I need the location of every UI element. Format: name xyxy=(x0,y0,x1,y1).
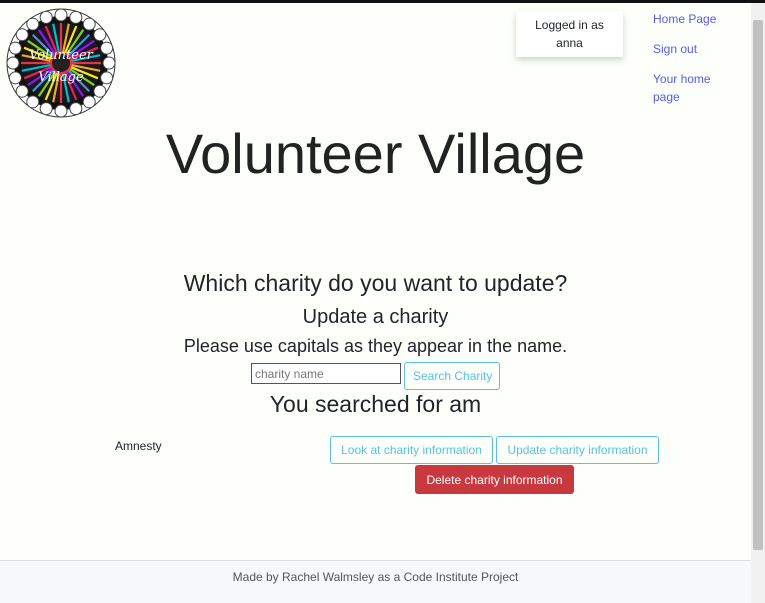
heading-which-charity: Which charity do you want to update? xyxy=(183,270,568,296)
logo-petal xyxy=(102,56,116,70)
logo-petal xyxy=(54,8,68,22)
logo-petal xyxy=(26,17,40,31)
delete-charity-button[interactable]: Delete charity information xyxy=(415,465,574,494)
logged-in-username: anna xyxy=(556,36,583,50)
logo-petal xyxy=(8,71,22,85)
charity-search-input[interactable] xyxy=(251,363,401,384)
top-nav: Home Page Sign out Your home page xyxy=(653,10,745,118)
scrollbar-thumb[interactable] xyxy=(753,20,763,550)
search-result-heading: You searched for am xyxy=(269,391,482,417)
logo-petal xyxy=(100,41,114,55)
footer-text: Made by Rachel Walmsley as a Code Instit… xyxy=(232,570,519,584)
logo-petal xyxy=(54,104,68,118)
page-footer: Made by Rachel Walmsley as a Code Instit… xyxy=(0,560,751,603)
logo-petal xyxy=(69,102,83,116)
site-logo[interactable]: Volunteer Village xyxy=(6,8,116,118)
logo-petal xyxy=(6,56,20,70)
logo-petal xyxy=(100,71,114,85)
logo-petal xyxy=(26,95,40,109)
logo-petal xyxy=(15,28,29,42)
logo-petal xyxy=(8,41,22,55)
logo-petal xyxy=(82,17,96,31)
look-at-charity-button[interactable]: Look at charity information xyxy=(330,436,493,464)
update-charity-button[interactable]: Update charity information xyxy=(496,436,659,464)
nav-link-sign-out[interactable]: Sign out xyxy=(653,40,745,58)
logo-petal xyxy=(93,28,107,42)
logo-petal xyxy=(39,10,53,24)
mandala-logo-icon: Volunteer Village xyxy=(6,8,116,118)
logged-in-label: Logged in as xyxy=(535,18,604,32)
logo-petal xyxy=(39,102,53,116)
heading-capitals-note: Please use capitals as they appear in th… xyxy=(183,336,568,356)
nav-link-home-page[interactable]: Home Page xyxy=(653,10,745,28)
logo-petal xyxy=(69,10,83,24)
heading-update-charity: Update a charity xyxy=(302,306,449,328)
logo-petal xyxy=(93,84,107,98)
logo-petal xyxy=(15,84,29,98)
logo-petal xyxy=(82,95,96,109)
search-charity-button[interactable]: Search Charity xyxy=(404,362,500,390)
window-top-border xyxy=(0,0,765,3)
logo-text-line2: Village xyxy=(38,70,84,85)
result-charity-name: Amnesty xyxy=(115,439,162,453)
page-title: Volunteer Village xyxy=(165,122,586,185)
logged-in-card: Logged in as anna xyxy=(516,11,623,57)
nav-link-your-home-page[interactable]: Your home page xyxy=(653,70,723,106)
logo-text-line1: Volunteer xyxy=(29,48,94,63)
